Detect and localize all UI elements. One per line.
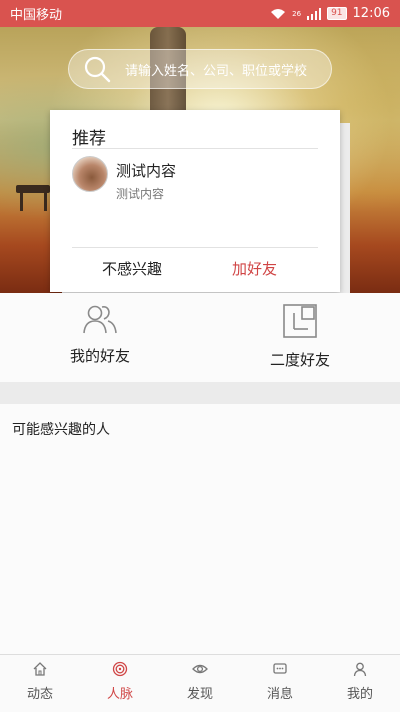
interest-title: 可能感兴趣的人: [12, 422, 110, 438]
recommend-card[interactable]: 推荐 测试内容 测试内容 不感兴趣 加好友: [50, 110, 340, 292]
second-degree-label: 二度好友: [269, 351, 330, 369]
tab-label: 我的: [346, 687, 373, 702]
tab-messages[interactable]: 消息: [240, 655, 320, 712]
carrier-label: 中国移动: [10, 8, 63, 23]
clock: 12:06: [352, 6, 390, 21]
section-divider: [0, 382, 400, 404]
tab-label: 人脉: [106, 687, 133, 702]
search-icon: [84, 56, 111, 83]
person-subtitle: 测试内容: [116, 187, 165, 201]
person-icon: [353, 662, 367, 677]
bench-leg-decoration: [20, 193, 23, 211]
search-input[interactable]: 请输入姓名、公司、职位或学校: [125, 60, 307, 79]
second-degree-icon: [283, 304, 317, 338]
status-bar: 中国移动 26 91 12:06: [0, 0, 400, 27]
my-friends-button[interactable]: 我的好友: [0, 293, 200, 382]
search-bar[interactable]: 请输入姓名、公司、职位或学校: [68, 49, 332, 89]
battery-indicator: 91: [327, 7, 347, 20]
tab-connections[interactable]: 人脉: [80, 655, 160, 712]
bench-leg-decoration: [44, 193, 47, 211]
bench-decoration: [16, 185, 50, 193]
tab-discover[interactable]: 发现: [160, 655, 240, 712]
status-icons: 26 91 12:06: [270, 6, 390, 21]
hero-background-image: 请输入姓名、公司、职位或学校 推荐 测试内容 测试内容 不感兴趣 加好友: [0, 27, 400, 293]
bottom-tab-bar: 动态 人脉 发现 消息 我的: [0, 654, 400, 712]
wifi-icon: [271, 8, 286, 19]
eye-icon: [192, 664, 208, 674]
my-friends-label: 我的好友: [69, 347, 130, 365]
connections-icon: [112, 661, 128, 677]
divider: [72, 148, 318, 149]
card-title: 推荐: [72, 129, 106, 149]
friends-section: 我的好友 二度好友: [0, 293, 400, 382]
signal-icon: [307, 7, 322, 20]
message-icon: [273, 663, 287, 674]
second-degree-friends-button[interactable]: 二度好友: [200, 293, 400, 382]
add-friend-button[interactable]: 加好友: [232, 258, 277, 279]
tab-label: 消息: [266, 687, 293, 702]
not-interested-button[interactable]: 不感兴趣: [102, 258, 162, 279]
friends-icon: [83, 305, 117, 334]
tab-profile[interactable]: 我的: [320, 655, 400, 712]
interest-section: 可能感兴趣的人: [0, 404, 400, 654]
divider: [72, 247, 318, 248]
tab-label: 动态: [26, 687, 53, 702]
avatar[interactable]: [72, 156, 108, 192]
home-icon: [33, 662, 47, 676]
tab-label: 发现: [186, 687, 213, 702]
network-label: 26: [292, 9, 302, 18]
tab-dynamics[interactable]: 动态: [0, 655, 80, 712]
person-name[interactable]: 测试内容: [116, 160, 176, 181]
